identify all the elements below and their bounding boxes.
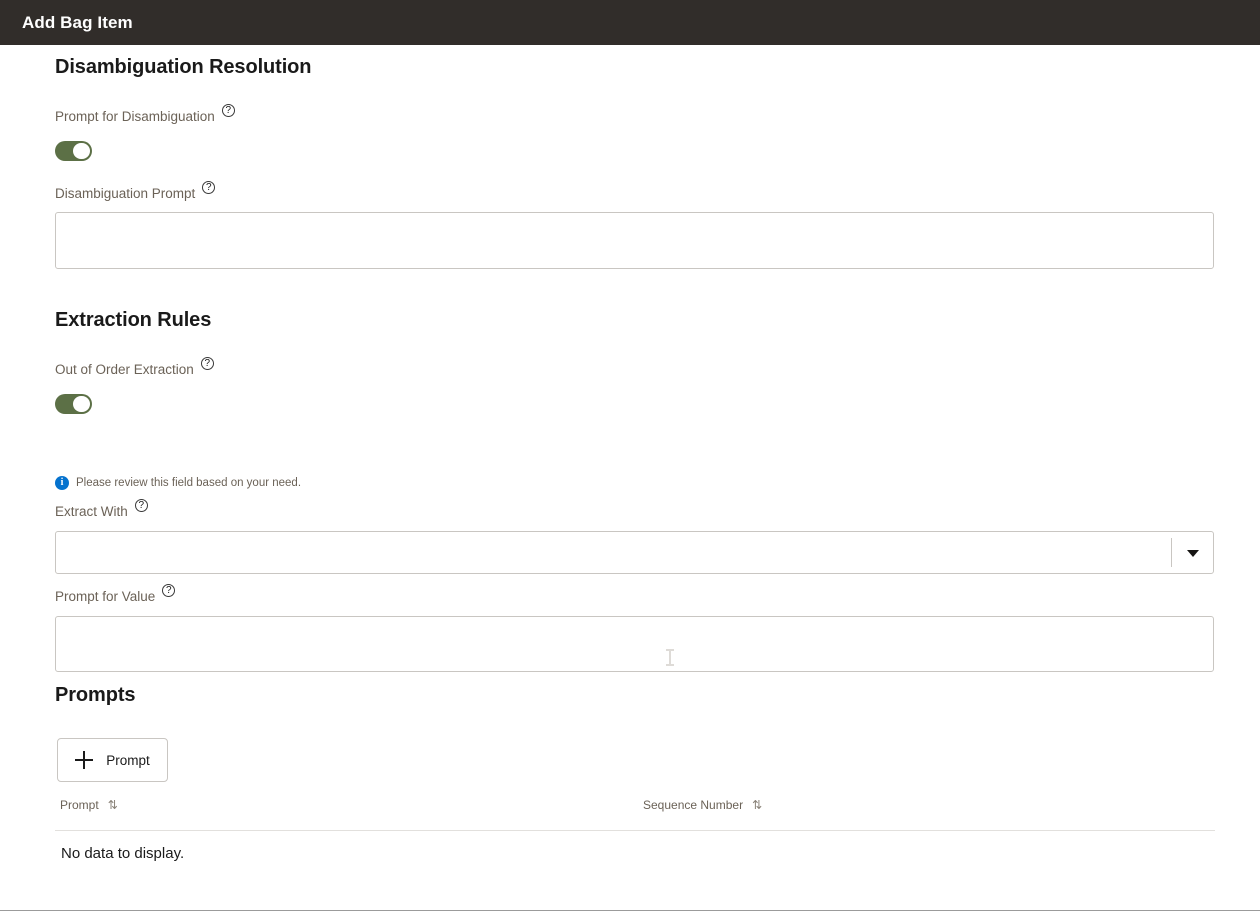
add-prompt-button-label: Prompt xyxy=(106,752,150,768)
bottom-divider xyxy=(0,910,1260,911)
table-empty-message: No data to display. xyxy=(61,845,185,862)
section-heading-extraction-rules: Extraction Rules xyxy=(55,309,212,331)
label-text: Out of Order Extraction xyxy=(55,362,194,377)
toggle-knob xyxy=(73,396,90,412)
toggle-out-of-order-extraction[interactable] xyxy=(55,394,92,414)
help-icon[interactable] xyxy=(202,181,216,194)
text-cursor xyxy=(666,649,674,666)
sort-icon[interactable]: ⇅ xyxy=(108,799,118,811)
column-header-label: Prompt xyxy=(60,798,99,812)
add-prompt-button[interactable]: Prompt xyxy=(57,738,168,782)
sort-icon[interactable]: ⇅ xyxy=(752,799,762,811)
column-header-sequence-number[interactable]: Sequence Number ⇅ xyxy=(643,798,762,812)
label-text: Prompt for Disambiguation xyxy=(55,109,215,124)
disambiguation-prompt-textarea[interactable] xyxy=(55,212,1214,269)
toggle-prompt-for-disambiguation[interactable] xyxy=(55,141,92,161)
label-prompt-for-disambiguation: Prompt for Disambiguation xyxy=(55,104,235,126)
column-header-prompt[interactable]: Prompt ⇅ xyxy=(60,798,118,812)
table-divider xyxy=(55,830,1215,831)
info-icon: i xyxy=(55,476,69,490)
extract-with-select[interactable] xyxy=(55,531,1214,574)
toggle-knob xyxy=(73,143,90,159)
info-message-text: Please review this field based on your n… xyxy=(76,477,302,489)
info-message-out-of-order-extraction: i Please review this field based on your… xyxy=(55,476,301,490)
label-text: Disambiguation Prompt xyxy=(55,186,196,201)
form-body: Disambiguation Resolution Prompt for Dis… xyxy=(0,45,1260,913)
prompt-for-value-textarea[interactable] xyxy=(55,616,1214,672)
plus-icon xyxy=(75,751,94,769)
label-out-of-order-extraction: Out of Order Extraction xyxy=(55,357,214,379)
label-disambiguation-prompt: Disambiguation Prompt xyxy=(55,181,216,203)
section-heading-prompts: Prompts xyxy=(55,684,136,706)
prompts-table-header: Prompt ⇅ Sequence Number ⇅ xyxy=(55,798,1215,824)
help-icon[interactable] xyxy=(200,357,214,370)
help-icon[interactable] xyxy=(162,584,176,597)
label-extract-with: Extract With xyxy=(55,499,148,521)
label-text: Prompt for Value xyxy=(55,589,156,604)
help-icon[interactable] xyxy=(221,104,235,117)
help-icon[interactable] xyxy=(134,499,148,512)
chevron-down-icon[interactable] xyxy=(1187,550,1199,557)
column-header-label: Sequence Number xyxy=(643,798,744,812)
label-prompt-for-value: Prompt for Value xyxy=(55,584,176,606)
window-titlebar: Add Bag Item xyxy=(0,0,1260,45)
select-divider xyxy=(1171,538,1172,567)
page-title: Add Bag Item xyxy=(22,12,133,32)
label-text: Extract With xyxy=(55,504,128,519)
section-heading-disambiguation-resolution: Disambiguation Resolution xyxy=(55,56,312,78)
